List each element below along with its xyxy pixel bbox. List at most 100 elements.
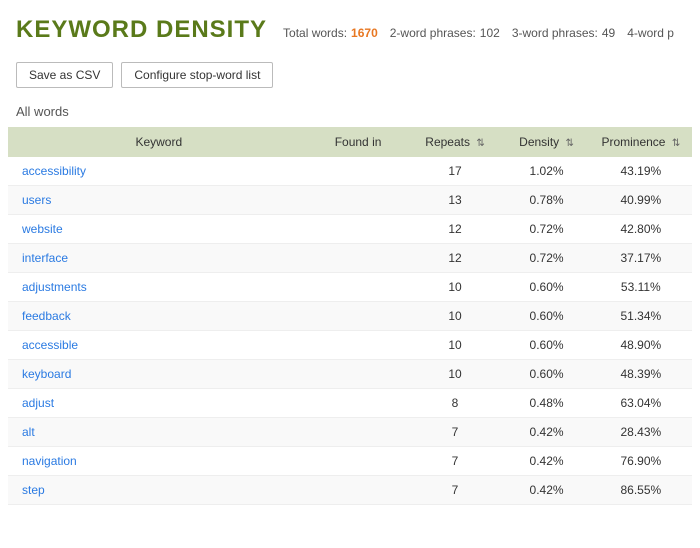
table-row: interface 120.72%37.17% [8,244,692,273]
prominence-cell: 37.17% [590,244,692,273]
keyword-cell: website [8,215,310,244]
save-csv-button[interactable]: Save as CSV [16,62,113,88]
density-cell: 0.60% [503,302,589,331]
four-word-label: 4-word p [627,26,674,40]
found-in-cell [310,389,407,418]
found-in-cell [310,476,407,505]
table-row: website 120.72%42.80% [8,215,692,244]
table-row: adjustments 100.60%53.11% [8,273,692,302]
table-body: accessibility171.02%43.19% users 130.78%40… [8,157,692,505]
three-word-value: 49 [602,26,615,40]
keyword-cell: adjustments [8,273,310,302]
found-in-cell [310,331,407,360]
keyword-link[interactable]: keyboard [22,367,71,381]
two-word-stat: 2-word phrases: 102 [390,26,500,40]
table-header-row: Keyword Found in Repeats ⇅ Density ⇅ Pro… [8,127,692,157]
repeats-cell: 10 [407,360,504,389]
keyword-cell: navigation [8,447,310,476]
section-label: All words [0,100,700,127]
total-words-value: 1670 [351,26,378,40]
keyword-link[interactable]: accessible [22,338,78,352]
keyword-table: Keyword Found in Repeats ⇅ Density ⇅ Pro… [8,127,692,505]
table-row: navigation70.42%76.90% [8,447,692,476]
repeats-cell: 7 [407,418,504,447]
table-row: accessibility171.02%43.19% [8,157,692,186]
keyword-link[interactable]: adjust [22,396,54,410]
repeats-cell: 13 [407,186,504,215]
keyword-cell: step [8,476,310,505]
total-words-stat: Total words: 1670 [283,26,378,40]
col-header-density[interactable]: Density ⇅ [503,127,589,157]
col-header-repeats[interactable]: Repeats ⇅ [407,127,504,157]
table-row: accessible 100.60%48.90% [8,331,692,360]
toolbar: Save as CSV Configure stop-word list [0,54,700,100]
found-in-cell [310,360,407,389]
found-in-cell [310,244,407,273]
repeats-cell: 12 [407,215,504,244]
keyword-cell: accessibility [8,157,310,186]
keyword-cell: accessible [8,331,310,360]
found-in-cell [310,418,407,447]
prominence-cell: 76.90% [590,447,692,476]
keyword-link[interactable]: interface [22,251,68,265]
keyword-table-wrapper: Keyword Found in Repeats ⇅ Density ⇅ Pro… [0,127,700,505]
keyword-link[interactable]: navigation [22,454,77,468]
repeats-cell: 8 [407,389,504,418]
prominence-cell: 53.11% [590,273,692,302]
col-header-found-in: Found in [310,127,407,157]
repeats-cell: 10 [407,331,504,360]
density-sort-icon[interactable]: ⇅ [566,138,574,149]
density-cell: 0.60% [503,331,589,360]
keyword-cell: feedback [8,302,310,331]
two-word-label: 2-word phrases: [390,26,476,40]
keyword-link[interactable]: website [22,222,63,236]
keyword-link[interactable]: accessibility [22,164,86,178]
keyword-cell: users [8,186,310,215]
table-row: keyboard100.60%48.39% [8,360,692,389]
keyword-link[interactable]: feedback [22,309,71,323]
density-cell: 0.78% [503,186,589,215]
prominence-sort-icon[interactable]: ⇅ [672,138,680,149]
table-row: step70.42%86.55% [8,476,692,505]
repeats-cell: 12 [407,244,504,273]
keyword-cell: interface [8,244,310,273]
repeats-sort-icon[interactable]: ⇅ [476,138,484,149]
two-word-value: 102 [480,26,500,40]
density-cell: 0.72% [503,244,589,273]
total-words-label: Total words: [283,26,347,40]
stats-bar: Total words: 1670 2-word phrases: 102 3-… [283,26,674,40]
prominence-cell: 40.99% [590,186,692,215]
density-cell: 0.72% [503,215,589,244]
three-word-label: 3-word phrases: [512,26,598,40]
prominence-cell: 43.19% [590,157,692,186]
table-row: alt70.42%28.43% [8,418,692,447]
table-row: users 130.78%40.99% [8,186,692,215]
prominence-cell: 51.34% [590,302,692,331]
density-cell: 0.60% [503,273,589,302]
found-in-cell [310,157,407,186]
found-in-cell [310,447,407,476]
keyword-link[interactable]: adjustments [22,280,87,294]
page-header: KEYWORD DENSITY Total words: 1670 2-word… [0,0,700,54]
keyword-link[interactable]: alt [22,425,35,439]
prominence-cell: 63.04% [590,389,692,418]
table-row: adjust80.48%63.04% [8,389,692,418]
found-in-cell [310,273,407,302]
repeats-cell: 10 [407,273,504,302]
prominence-cell: 48.90% [590,331,692,360]
keyword-link[interactable]: users [22,193,51,207]
repeats-cell: 10 [407,302,504,331]
prominence-cell: 42.80% [590,215,692,244]
four-word-stat: 4-word p [627,26,674,40]
repeats-cell: 7 [407,476,504,505]
prominence-cell: 86.55% [590,476,692,505]
keyword-cell: keyboard [8,360,310,389]
col-header-prominence[interactable]: Prominence ⇅ [590,127,692,157]
found-in-cell [310,215,407,244]
repeats-cell: 7 [407,447,504,476]
found-in-cell [310,186,407,215]
keyword-link[interactable]: step [22,483,45,497]
page-title: KEYWORD DENSITY [16,16,267,44]
keyword-cell: alt [8,418,310,447]
configure-stop-word-button[interactable]: Configure stop-word list [121,62,273,88]
